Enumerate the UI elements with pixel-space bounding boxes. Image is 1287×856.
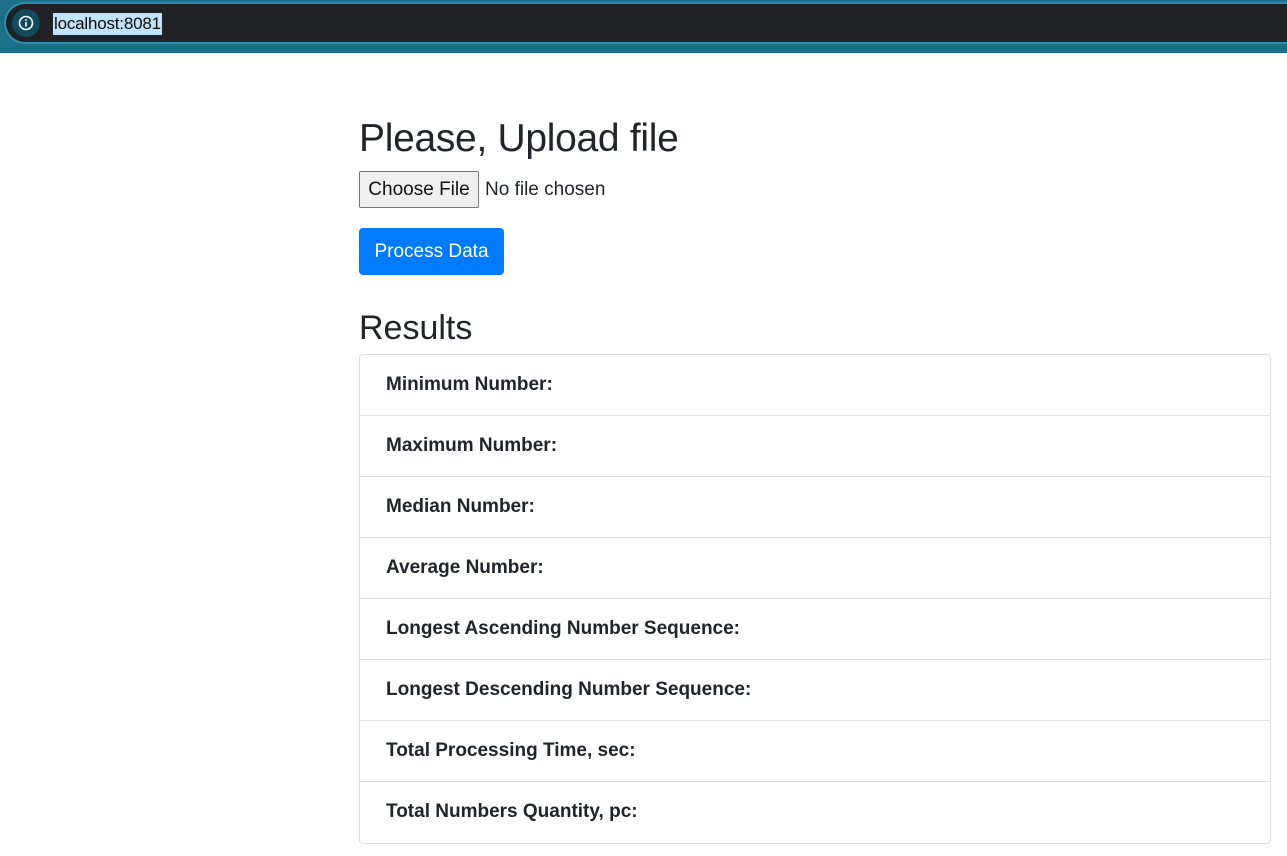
result-average-number: Average Number: (360, 538, 1270, 599)
url-text[interactable]: localhost:8081 (53, 13, 162, 35)
file-status-text: No file chosen (485, 179, 606, 200)
file-input[interactable]: Choose File No file chosen (359, 171, 1271, 209)
page-title: Please, Upload file (359, 117, 679, 160)
result-label: Total Processing Time, sec: (386, 740, 636, 761)
result-median-number: Median Number: (360, 477, 1270, 538)
info-icon[interactable] (12, 9, 40, 37)
result-label: Maximum Number: (386, 435, 558, 456)
result-total-processing-time: Total Processing Time, sec: (360, 721, 1270, 782)
result-maximum-number: Maximum Number: (360, 416, 1270, 477)
result-label: Longest Descending Number Sequence: (386, 679, 752, 700)
result-label: Longest Ascending Number Sequence: (386, 618, 741, 639)
result-longest-ascending-sequence: Longest Ascending Number Sequence: (360, 599, 1270, 660)
result-longest-descending-sequence: Longest Descending Number Sequence: (360, 660, 1270, 721)
choose-file-button[interactable]: Choose File (359, 171, 479, 208)
process-data-button[interactable]: Process Data (359, 228, 504, 275)
result-label: Median Number: (386, 496, 535, 517)
result-label: Total Numbers Quantity, pc: (386, 801, 638, 822)
browser-toolbar: localhost:8081 (0, 0, 1287, 53)
results-list: Minimum Number: Maximum Number: Median N… (359, 354, 1271, 844)
result-total-numbers-quantity: Total Numbers Quantity, pc: (360, 782, 1270, 843)
result-minimum-number: Minimum Number: (360, 355, 1270, 416)
main-content: Please, Upload file Choose File No file … (359, 110, 1271, 844)
address-bar[interactable]: localhost:8081 (4, 2, 1287, 44)
result-label: Minimum Number: (386, 374, 553, 395)
results-title: Results (359, 309, 473, 347)
result-label: Average Number: (386, 557, 544, 578)
